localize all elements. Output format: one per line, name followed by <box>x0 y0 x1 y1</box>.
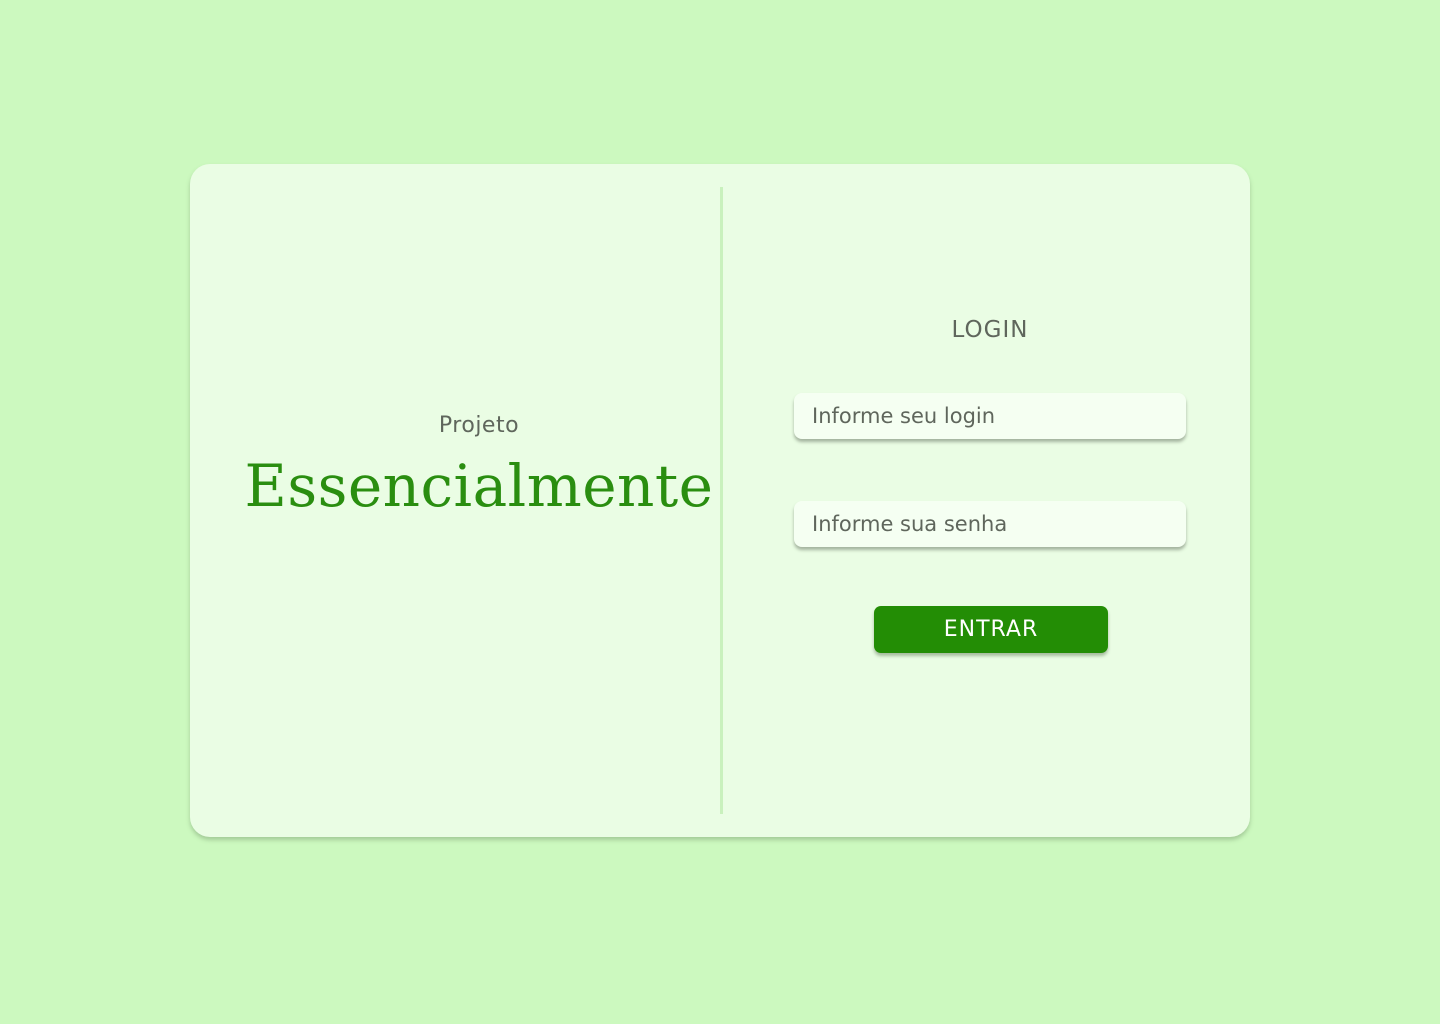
password-input[interactable] <box>794 501 1186 547</box>
login-input[interactable] <box>794 393 1186 439</box>
brand-kicker: Projeto <box>438 413 520 438</box>
login-title: LOGIN <box>951 317 1029 343</box>
login-card: Projeto Essencialmente LOGIN ENTRAR <box>190 164 1250 837</box>
brand-title: Essencialmente <box>244 452 714 520</box>
brand-panel: Projeto Essencialmente <box>190 164 720 837</box>
enter-button[interactable]: ENTRAR <box>874 606 1108 653</box>
panel-divider <box>720 187 723 814</box>
